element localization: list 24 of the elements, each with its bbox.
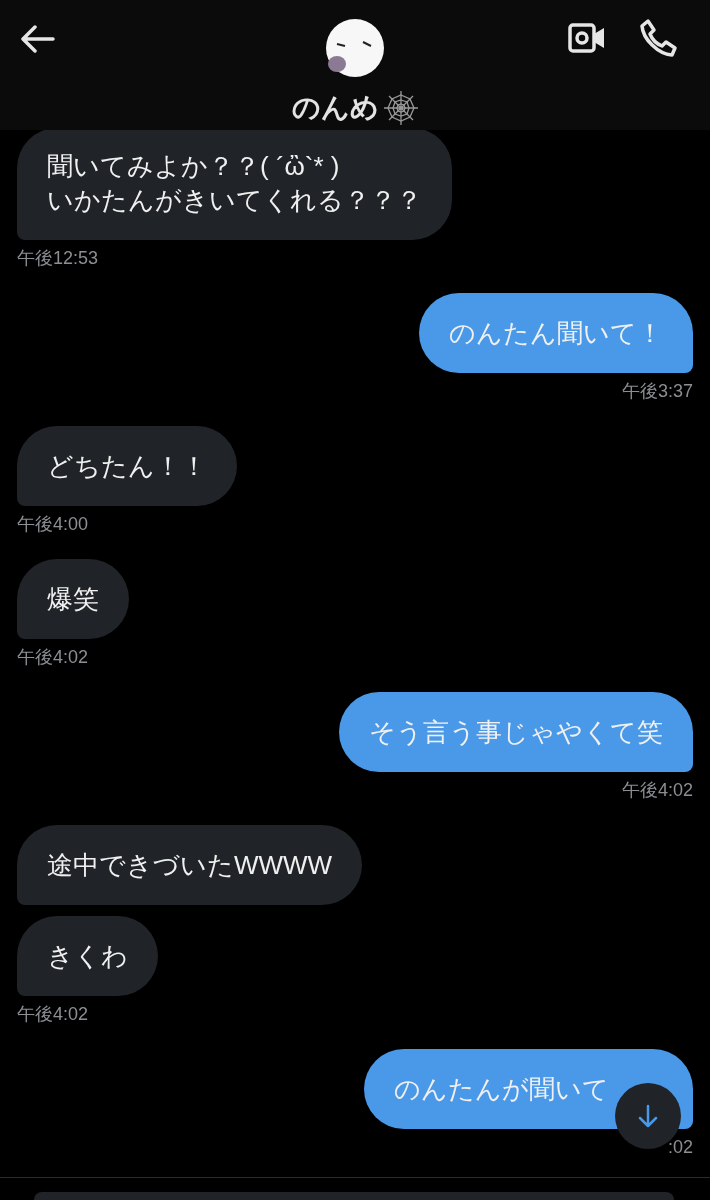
- video-call-icon[interactable]: [568, 23, 606, 53]
- message-bubble: 聞いてみよか？？( ´ὢ`* ) いかたんがきいてくれる？？？: [17, 130, 452, 240]
- down-arrow-icon: [638, 1104, 658, 1128]
- message-bubble: のんたんが聞いて: [364, 1049, 693, 1129]
- message-time: 午後12:53: [17, 247, 99, 269]
- message-bubble: どちたん！！: [17, 426, 237, 506]
- message-bubble: のんたん聞いて！: [419, 293, 693, 373]
- spider-web-icon: [382, 90, 419, 126]
- message-time: :02: [667, 1136, 693, 1158]
- message-bubble: 途中できづいたWWWW: [17, 825, 363, 905]
- avatar[interactable]: [325, 18, 385, 78]
- back-arrow-icon: [21, 25, 55, 53]
- message-input-field[interactable]: [34, 1192, 674, 1200]
- back-button[interactable]: [18, 22, 58, 56]
- message-time: 午後3:37: [621, 380, 693, 402]
- contact-name: のんめ: [291, 91, 379, 125]
- message-time: 午後4:02: [17, 1003, 89, 1025]
- message-bubble: きくわ: [17, 916, 158, 996]
- message-bubble: 爆笑: [17, 559, 129, 639]
- message-time: 午後4:02: [621, 779, 693, 801]
- message-time: 午後4:02: [17, 646, 89, 668]
- message-bubble: そう言う事じゃやくて笑: [339, 692, 693, 772]
- message-time: 午後4:00: [17, 513, 89, 535]
- phone-icon[interactable]: [640, 18, 678, 58]
